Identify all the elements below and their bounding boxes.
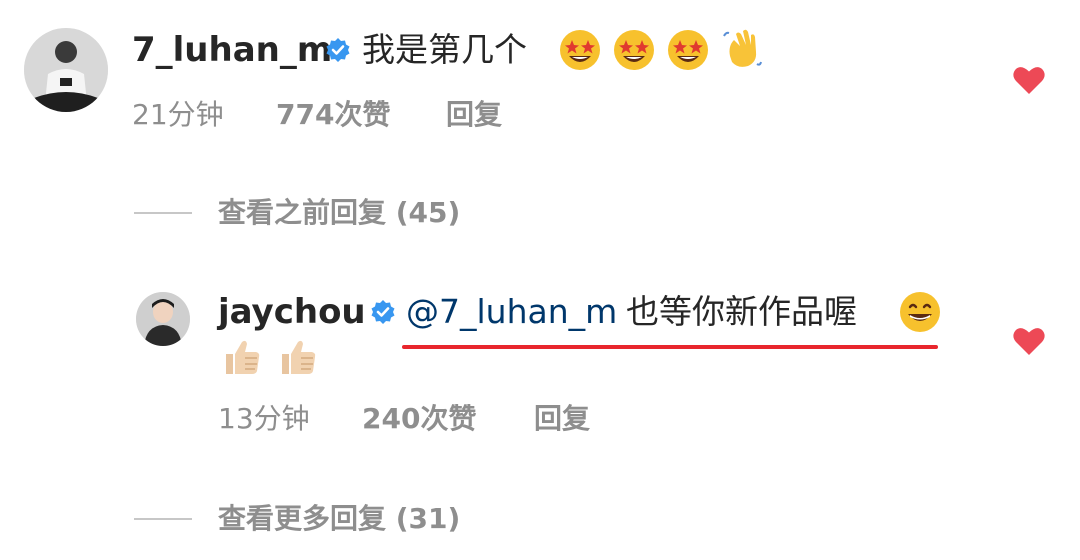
- mention-link[interactable]: @7_luhan_m: [406, 292, 617, 332]
- grinning-face-emoji-icon: [898, 290, 942, 334]
- comment-username[interactable]: 7_luhan_m: [132, 30, 332, 70]
- comment-text: 也等你新作品喔: [626, 292, 857, 331]
- thumbs-up-emoji-icon: [276, 334, 320, 378]
- reply-button[interactable]: 回复: [446, 98, 502, 132]
- comment-thread: 7_luhan_m 我是第几个 21分钟 774次赞 回复 查看之前回复 (45…: [0, 0, 1080, 560]
- like-heart-icon[interactable]: [1012, 326, 1046, 356]
- comment-timestamp: 21分钟: [132, 98, 224, 131]
- thumbs-up-emoji-icon: [220, 334, 264, 378]
- view-replies-divider: [134, 518, 192, 520]
- star-struck-emoji-icon: [666, 28, 710, 72]
- avatar-jaychou[interactable]: [136, 292, 190, 346]
- verified-badge-icon: [325, 37, 351, 63]
- like-heart-icon[interactable]: [1012, 65, 1046, 95]
- avatar-7-luhan-m[interactable]: [24, 28, 108, 112]
- comment-timestamp: 13分钟: [218, 402, 310, 435]
- view-replies-divider: [134, 212, 192, 214]
- red-underline-annotation: [402, 345, 938, 349]
- view-previous-replies-button[interactable]: 查看之前回复 (45): [218, 196, 460, 230]
- star-struck-emoji-icon: [612, 28, 656, 72]
- verified-badge-icon: [370, 299, 396, 325]
- comment-like-count[interactable]: 240次赞: [362, 402, 476, 436]
- view-more-replies-button[interactable]: 查看更多回复 (31): [218, 502, 460, 536]
- reply-button[interactable]: 回复: [534, 402, 590, 436]
- comment-like-count[interactable]: 774次赞: [276, 98, 390, 132]
- comment-text: 我是第几个: [362, 30, 527, 69]
- comment-username[interactable]: jaychou: [218, 292, 366, 332]
- star-struck-emoji-icon: [558, 28, 602, 72]
- waving-hand-emoji-icon: [720, 26, 764, 70]
